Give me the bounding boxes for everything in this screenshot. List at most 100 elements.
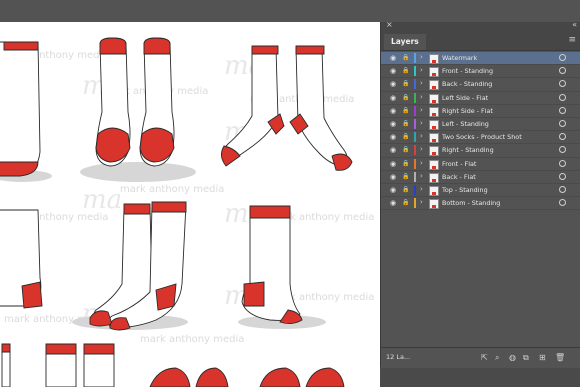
lock-icon[interactable]: 🔒 <box>402 146 409 153</box>
expand-chevron-icon[interactable]: › <box>420 172 423 180</box>
layer-name[interactable]: Back - Flat <box>442 172 476 182</box>
visibility-eye-icon[interactable]: ◉ <box>390 80 396 88</box>
visibility-eye-icon[interactable]: ◉ <box>390 94 396 102</box>
lock-icon[interactable]: 🔒 <box>402 80 409 87</box>
expand-chevron-icon[interactable]: › <box>420 106 423 114</box>
lock-icon[interactable]: 🔒 <box>402 54 409 61</box>
layer-row[interactable]: ◉ 🔒 › Bottom - Standing <box>381 197 580 211</box>
application-bar <box>0 0 580 22</box>
layer-row[interactable]: ◉ 🔒 › Front - Standing <box>381 65 580 79</box>
layer-thumbnail <box>429 133 439 144</box>
layer-color-swatch <box>414 105 416 116</box>
layer-name[interactable]: Two Socks - Product Shot <box>442 132 522 142</box>
lock-icon[interactable]: 🔒 <box>402 173 409 180</box>
layer-row[interactable]: ◉ 🔒 › Left - Standing <box>381 118 580 132</box>
layer-row[interactable]: ◉ 🔒 › Front - Flat <box>381 158 580 171</box>
layer-row[interactable]: ◉ 🔒 › Watermark <box>381 52 580 66</box>
expand-chevron-icon[interactable]: › <box>420 79 423 87</box>
panel-menu-icon[interactable]: ≡ <box>568 35 576 45</box>
layer-row[interactable]: ◉ 🔒 › Left Side - Flat <box>381 92 580 105</box>
artboard-canvas[interactable]: mark anthony media mark anthony media ma… <box>0 22 380 387</box>
layer-thumbnail <box>429 119 439 130</box>
layer-row[interactable]: ◉ 🔒 › Right Side - Flat <box>381 105 580 118</box>
layer-name[interactable]: Top - Standing <box>442 185 488 195</box>
expand-chevron-icon[interactable]: › <box>420 132 423 140</box>
visibility-eye-icon[interactable]: ◉ <box>390 107 396 115</box>
layer-thumbnail <box>429 199 439 210</box>
visibility-eye-icon[interactable]: ◉ <box>390 146 396 154</box>
lock-icon[interactable]: 🔒 <box>402 160 409 167</box>
layer-color-swatch <box>414 158 416 169</box>
collapse-panel-icon[interactable]: « <box>572 20 577 29</box>
export-icon[interactable]: ⇱ <box>481 353 488 362</box>
delete-layer-icon[interactable]: 🗑 <box>555 353 565 362</box>
expand-chevron-icon[interactable]: › <box>420 198 423 206</box>
target-circle-icon[interactable] <box>559 185 566 193</box>
layer-name[interactable]: Right - Standing <box>442 145 494 155</box>
target-circle-icon[interactable] <box>559 106 566 114</box>
layer-row[interactable]: ◉ 🔒 › Back - Flat <box>381 171 580 184</box>
layer-row[interactable]: ◉ 🔒 › Two Socks - Product Shot <box>381 131 580 145</box>
layer-thumbnail <box>429 54 439 64</box>
lock-icon[interactable]: 🔒 <box>402 94 409 101</box>
visibility-eye-icon[interactable]: ◉ <box>390 199 396 207</box>
layer-count: 12 La... <box>386 353 411 361</box>
layer-color-swatch <box>414 66 416 77</box>
tab-layers[interactable]: Layers <box>384 34 426 50</box>
visibility-eye-icon[interactable]: ◉ <box>390 133 396 141</box>
layer-name[interactable]: Right Side - Flat <box>442 106 493 116</box>
layer-row[interactable]: ◉ 🔒 › Right - Standing <box>381 144 580 158</box>
layer-color-swatch <box>414 132 416 143</box>
layer-name[interactable]: Left Side - Flat <box>442 93 488 103</box>
target-circle-icon[interactable] <box>559 80 566 88</box>
layer-name[interactable]: Watermark <box>442 53 477 63</box>
layer-name[interactable]: Left - Standing <box>442 119 489 129</box>
expand-chevron-icon[interactable]: › <box>420 93 423 101</box>
layer-name[interactable]: Back - Standing <box>442 79 492 89</box>
lock-icon[interactable]: 🔒 <box>402 186 409 193</box>
expand-chevron-icon[interactable]: › <box>420 145 423 153</box>
target-circle-icon[interactable] <box>559 172 566 180</box>
expand-chevron-icon[interactable]: › <box>420 53 423 61</box>
lock-icon[interactable]: 🔒 <box>402 133 409 140</box>
target-circle-icon[interactable] <box>559 119 566 127</box>
target-circle-icon[interactable] <box>559 146 566 154</box>
expand-chevron-icon[interactable]: › <box>420 185 423 193</box>
visibility-eye-icon[interactable]: ◉ <box>390 173 396 181</box>
expand-chevron-icon[interactable]: › <box>420 66 423 74</box>
layer-row[interactable]: ◉ 🔒 › Top - Standing <box>381 184 580 198</box>
layer-thumbnail <box>429 146 439 157</box>
lock-icon[interactable]: 🔒 <box>402 107 409 114</box>
target-circle-icon[interactable] <box>559 159 566 167</box>
target-circle-icon[interactable] <box>559 93 566 101</box>
visibility-eye-icon[interactable]: ◉ <box>390 186 396 194</box>
watermark-logo: ma <box>82 185 122 215</box>
layer-name[interactable]: Front - Standing <box>442 66 493 76</box>
visibility-eye-icon[interactable]: ◉ <box>390 67 396 75</box>
close-icon[interactable]: × <box>386 20 393 29</box>
expand-chevron-icon[interactable]: › <box>420 119 423 127</box>
visibility-eye-icon[interactable]: ◉ <box>390 54 396 62</box>
visibility-eye-icon[interactable]: ◉ <box>390 160 396 168</box>
layer-color-swatch <box>414 184 416 195</box>
new-sublayer-icon[interactable]: ⧉ <box>523 353 529 363</box>
lock-icon[interactable]: 🔒 <box>402 120 409 127</box>
target-circle-icon[interactable] <box>559 133 566 141</box>
layer-name[interactable]: Front - Flat <box>442 159 476 169</box>
target-circle-icon[interactable] <box>559 54 566 61</box>
find-layer-icon[interactable]: ⌕ <box>495 353 499 363</box>
layer-row[interactable]: ◉ 🔒 › Back - Standing <box>381 78 580 92</box>
visibility-eye-icon[interactable]: ◉ <box>390 120 396 128</box>
new-layer-icon[interactable]: ⊞ <box>539 353 546 362</box>
layer-color-swatch <box>414 118 416 129</box>
lock-icon[interactable]: 🔒 <box>402 199 409 206</box>
target-circle-icon[interactable] <box>559 67 566 75</box>
expand-chevron-icon[interactable]: › <box>420 159 423 167</box>
target-circle-icon[interactable] <box>559 199 566 207</box>
layer-name[interactable]: Bottom - Standing <box>442 198 500 208</box>
watermark-text: mark anthony media <box>120 184 224 195</box>
layer-thumbnail <box>429 172 439 183</box>
lock-icon[interactable]: 🔒 <box>402 67 409 74</box>
panel-footer: 12 La... ⇱ ⌕ ◍ ⧉ ⊞ 🗑 <box>381 347 580 368</box>
make-clipping-mask-icon[interactable]: ◍ <box>509 353 516 362</box>
